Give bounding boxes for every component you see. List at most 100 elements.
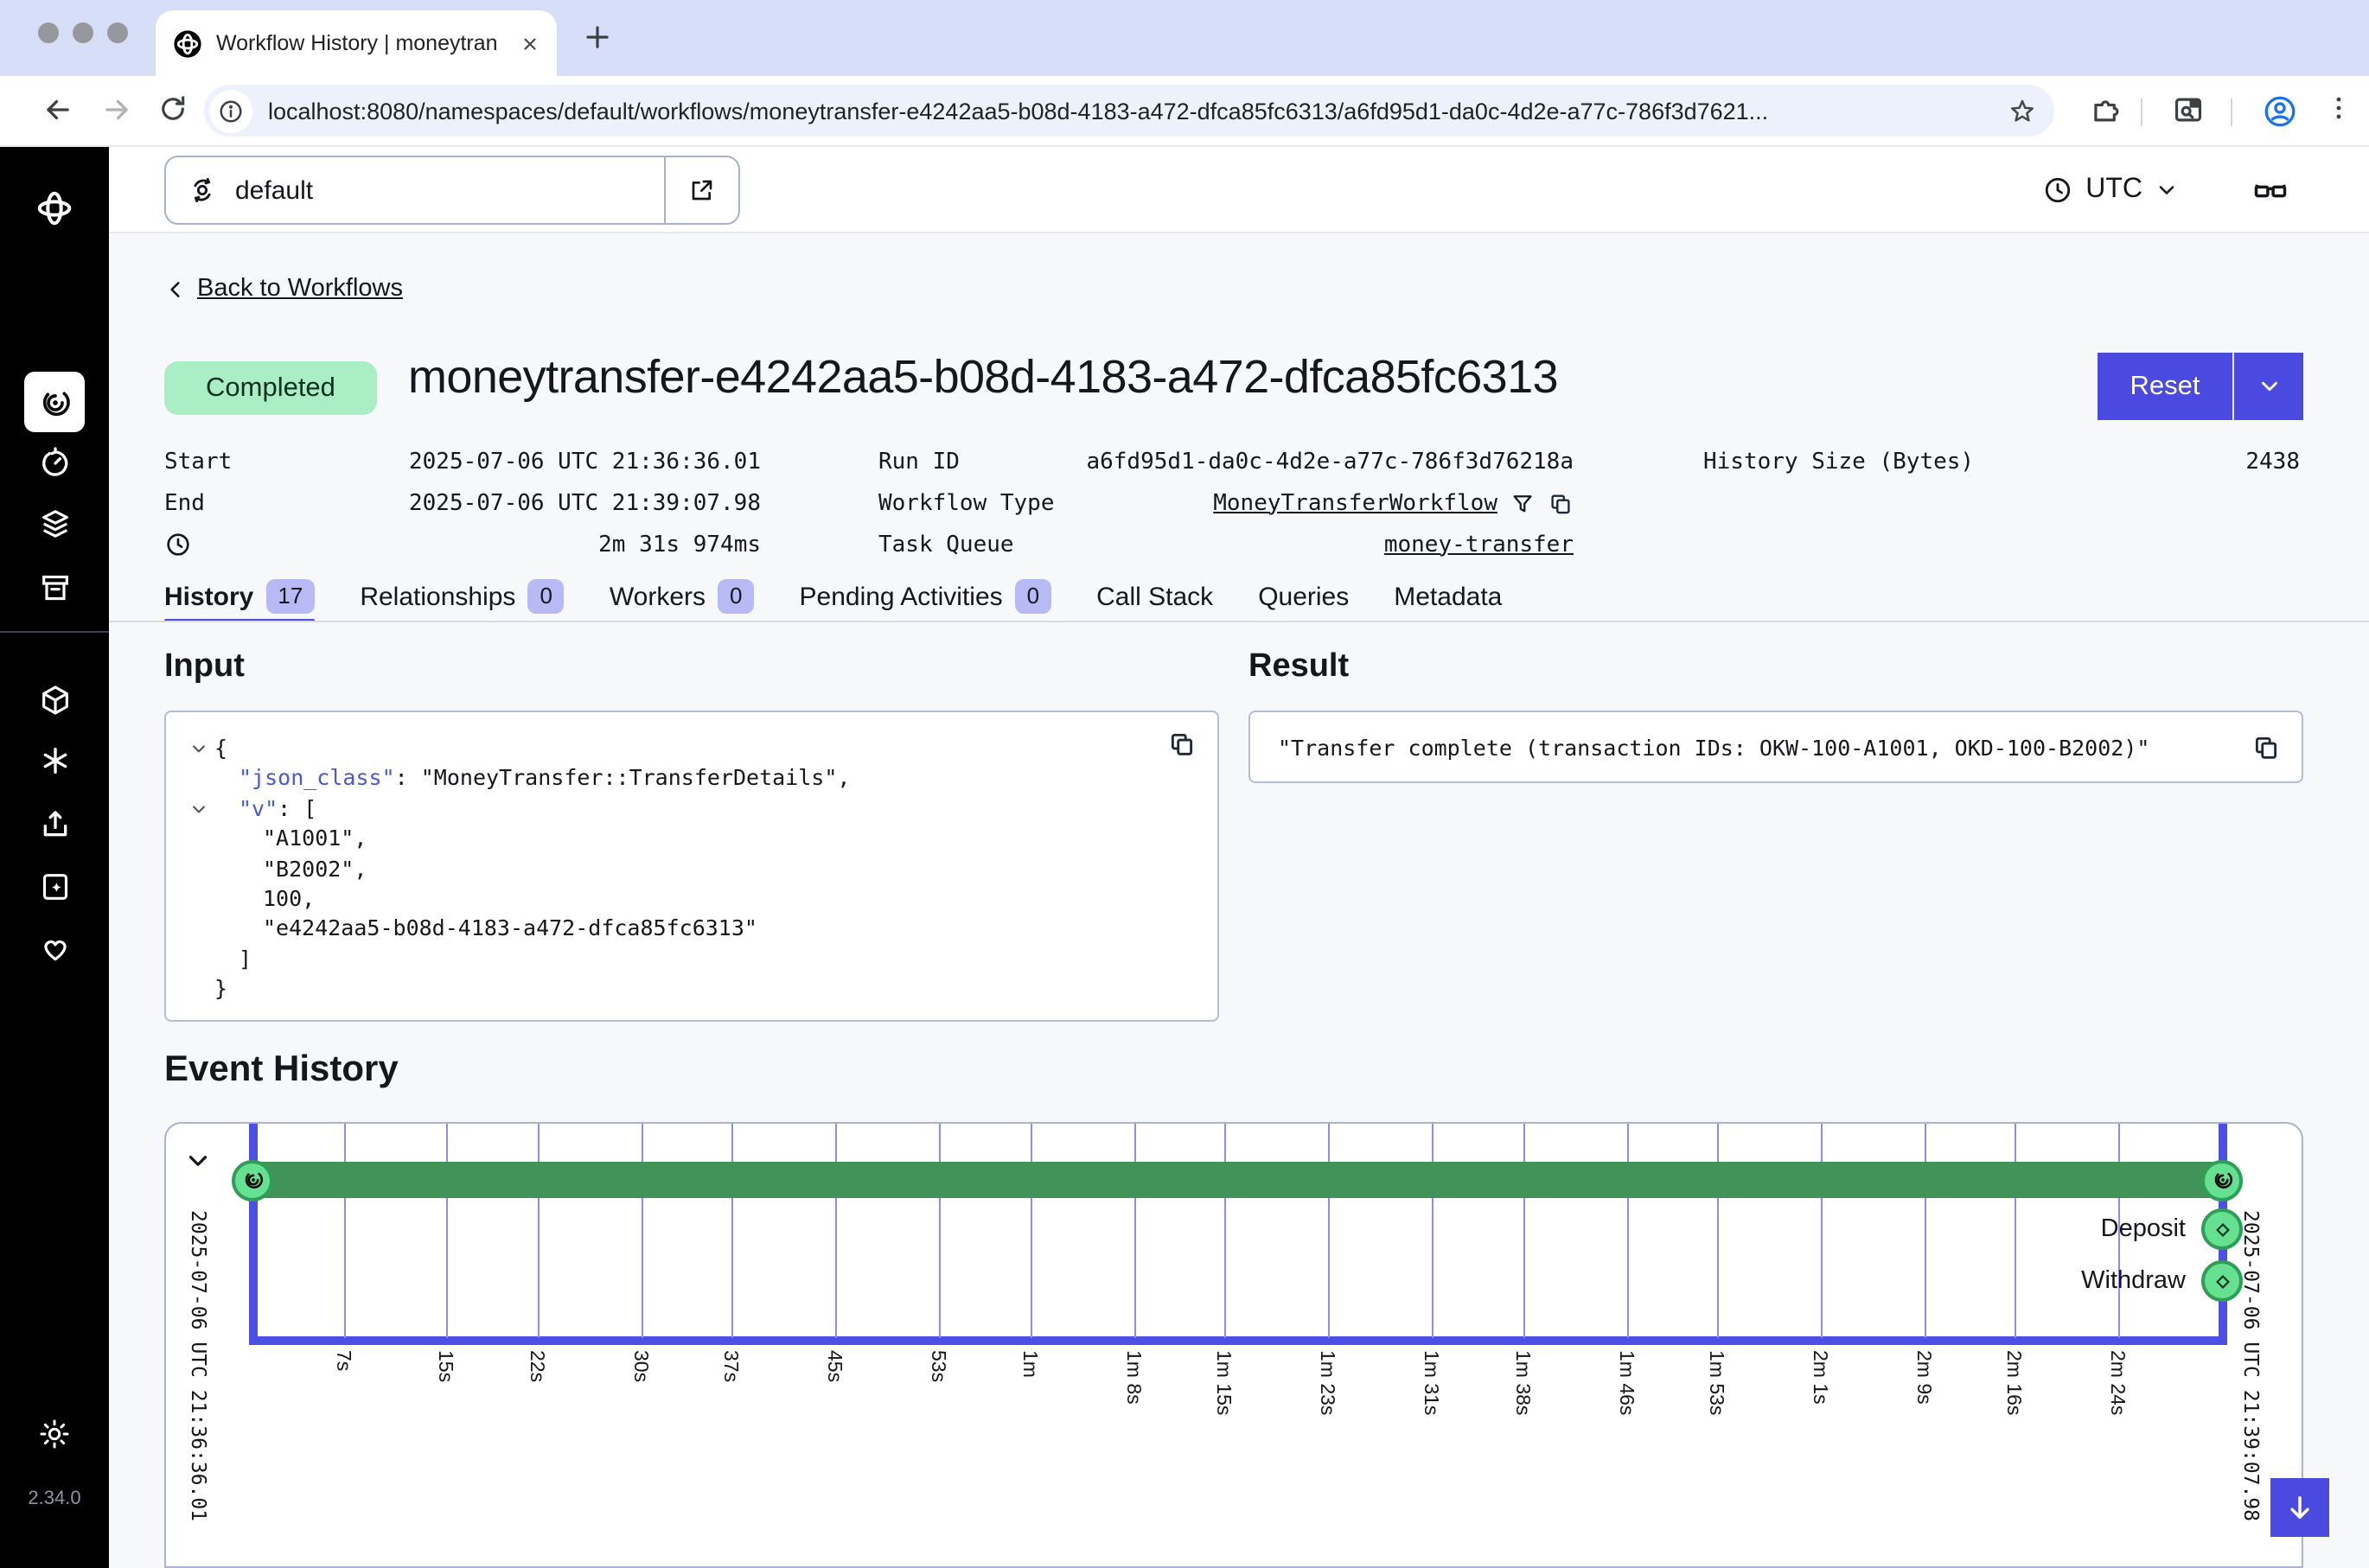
- json-key: "v": [239, 795, 278, 821]
- back-to-workflows-link[interactable]: Back to Workflows: [164, 275, 403, 303]
- json-punct: }: [214, 976, 227, 1002]
- side-panel-search-icon[interactable]: [2172, 93, 2205, 126]
- timeline-gridline: [343, 1124, 345, 1338]
- timeline-gridline: [1328, 1124, 1330, 1338]
- tab-label: Workers: [610, 582, 706, 611]
- workflow-type-label: Workflow Type: [878, 482, 1055, 524]
- timeline-plot: 2025-07-06 UTC 21:36:36.01 2025-07-06 UT…: [166, 1124, 2303, 1568]
- copy-icon[interactable]: [1548, 490, 1574, 516]
- copy-icon[interactable]: [2251, 733, 2281, 762]
- new-tab-button[interactable]: [581, 21, 614, 54]
- tab-history[interactable]: History17: [164, 572, 315, 621]
- result-card: "Transfer complete (transaction IDs: OKW…: [1248, 711, 2303, 783]
- close-window-button[interactable]: [38, 22, 59, 43]
- activity-marker-deposit[interactable]: [2201, 1208, 2243, 1250]
- collapse-toggle-icon[interactable]: [183, 733, 214, 763]
- timeline-collapse-chevron-icon[interactable]: [183, 1146, 213, 1176]
- json-gutter: [183, 914, 214, 944]
- namespace-selector-main[interactable]: default: [166, 157, 664, 223]
- browser-tab[interactable]: Workflow History | moneytran: [156, 10, 557, 76]
- tab-pending-activities[interactable]: Pending Activities0: [800, 572, 1052, 621]
- run-id-label: Run ID: [878, 441, 960, 482]
- sidebar-item-workflows[interactable]: [24, 372, 85, 432]
- minimize-window-button[interactable]: [73, 22, 93, 43]
- sidebar-item-docs[interactable]: [0, 870, 109, 904]
- timeline-gridline: [538, 1124, 540, 1338]
- tab-label: History: [164, 582, 253, 611]
- scroll-to-end-button[interactable]: [2270, 1478, 2329, 1537]
- close-tab-icon[interactable]: [520, 34, 540, 53]
- sidebar-item-layers[interactable]: [0, 507, 109, 541]
- filter-funnel-icon[interactable]: [1510, 490, 1536, 516]
- timeline-gridline: [1626, 1124, 1628, 1338]
- timeline-end-datetime: 2025-07-06 UTC 21:39:07.98: [2239, 1210, 2264, 1521]
- input-json-viewer: {"json_class": "MoneyTransfer::TransferD…: [183, 733, 850, 1004]
- timeline-tick-label: 45s: [824, 1350, 845, 1382]
- maximize-window-button[interactable]: [107, 22, 128, 43]
- forward-icon[interactable]: [100, 93, 133, 126]
- temporal-app: 2.34.0 default: [0, 147, 2369, 1568]
- namespace-name: default: [235, 175, 313, 205]
- json-line: 100,: [183, 883, 850, 914]
- sidebar-item-feedback-heart[interactable]: [0, 932, 109, 966]
- collapse-toggle-icon[interactable]: [183, 794, 214, 824]
- temporal-logo-icon[interactable]: [0, 188, 109, 228]
- tab-workers[interactable]: Workers 0: [610, 572, 755, 621]
- temporal-favicon-icon: [173, 29, 202, 58]
- task-queue-link[interactable]: money-transfer: [1384, 532, 1574, 558]
- workflow-type-cell: MoneyTransferWorkflow: [1077, 482, 1574, 524]
- reset-button-label[interactable]: Reset: [2098, 353, 2232, 420]
- timeline-tick-label: 30s: [629, 1350, 650, 1382]
- timeline-tick-label: 22s: [526, 1350, 546, 1382]
- namespace-external-link-icon[interactable]: [664, 157, 738, 223]
- timeline-left-axis: [248, 1124, 257, 1345]
- url-bar[interactable]: localhost:8080/namespaces/default/workfl…: [204, 85, 2054, 137]
- json-gutter: [183, 974, 214, 1004]
- reset-button[interactable]: Reset: [2098, 353, 2303, 420]
- copy-icon[interactable]: [1167, 730, 1197, 759]
- window-controls[interactable]: [38, 22, 128, 43]
- browser-menu-icon[interactable]: [2324, 93, 2353, 123]
- tab-count-badge: 0: [718, 579, 754, 614]
- namespace-selector[interactable]: default: [164, 156, 740, 225]
- json-line: "v": [: [183, 794, 850, 824]
- sidebar-item-archive[interactable]: [0, 570, 109, 605]
- namespace-icon: [187, 175, 218, 206]
- profile-avatar-icon[interactable]: [2262, 93, 2298, 130]
- sidebar-item-cube[interactable]: [0, 683, 109, 717]
- workflow-end-marker[interactable]: [2201, 1159, 2243, 1201]
- chevron-left-icon: [164, 277, 187, 300]
- tab-metadata[interactable]: Metadata: [1394, 572, 1502, 621]
- tab-queries[interactable]: Queries: [1258, 572, 1349, 621]
- reload-icon[interactable]: [157, 93, 188, 124]
- labs-glasses-icon[interactable]: [2251, 171, 2289, 209]
- json-text: "json_class": "MoneyTransfer::TransferDe…: [214, 763, 850, 794]
- start-label: Start: [164, 441, 232, 482]
- workflow-type-link[interactable]: MoneyTransferWorkflow: [1213, 490, 1497, 516]
- timeline-tick-label: 1m 31s: [1420, 1350, 1440, 1415]
- reset-menu-caret[interactable]: [2232, 353, 2303, 420]
- sidebar-item-schedules[interactable]: [0, 446, 109, 481]
- tab-call-stack[interactable]: Call Stack: [1096, 572, 1213, 621]
- timezone-selector[interactable]: UTC: [2042, 147, 2179, 233]
- sidebar-item-asterisk[interactable]: [0, 743, 109, 778]
- extensions-icon[interactable]: [2089, 93, 2122, 126]
- chevron-down-icon: [2155, 178, 2179, 202]
- activity-marker-withdraw[interactable]: [2201, 1260, 2243, 1302]
- json-gutter: [183, 883, 214, 914]
- toolbar-divider: [2141, 99, 2142, 126]
- workflow-start-marker[interactable]: [232, 1159, 273, 1201]
- back-icon[interactable]: [42, 93, 74, 126]
- theme-toggle-sun-icon[interactable]: [0, 1418, 109, 1450]
- json-gutter: [183, 944, 214, 974]
- workflow-execution-bar[interactable]: [252, 1162, 2222, 1198]
- json-text: ]: [214, 944, 252, 974]
- end-value: 2025-07-06 UTC 21:39:07.98: [368, 482, 761, 524]
- bookmark-star-icon[interactable]: [2008, 96, 2037, 125]
- tab-relationships[interactable]: Relationships0: [360, 572, 565, 621]
- url-text[interactable]: localhost:8080/namespaces/default/workfl…: [268, 98, 1992, 124]
- result-value: "Transfer complete (transaction IDs: OKW…: [1278, 712, 2149, 785]
- site-info-icon[interactable]: [209, 89, 252, 132]
- sidebar-item-share[interactable]: [0, 807, 109, 842]
- tabs-divider: [109, 621, 2369, 622]
